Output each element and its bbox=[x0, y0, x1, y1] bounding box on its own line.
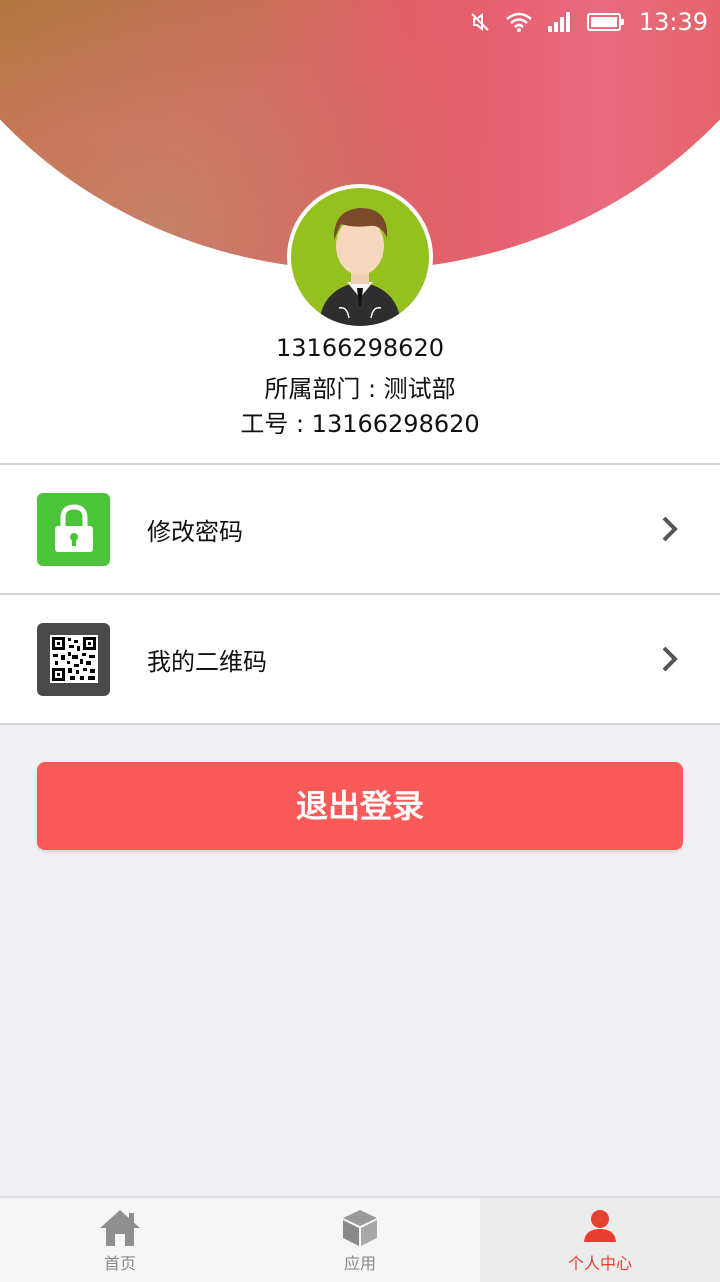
chevron-right-icon bbox=[662, 646, 678, 672]
menu-item-my-qr-code[interactable]: 我的二维码 bbox=[0, 595, 720, 723]
status-bar: 13:39 bbox=[0, 0, 720, 44]
department-info: 所属部门 : 测试部 bbox=[264, 375, 456, 403]
status-time: 13:39 bbox=[638, 8, 708, 36]
employee-id-info: 工号 : 13166298620 bbox=[240, 410, 480, 438]
menu-label-change-password: 修改密码 bbox=[147, 517, 243, 546]
mute-icon bbox=[469, 11, 491, 33]
profile-header: 13:39 13166298620 所属部门 : 测试部 工号 : 131662… bbox=[0, 0, 720, 465]
avatar-illustration bbox=[291, 188, 429, 326]
tab-home[interactable]: 首页 bbox=[0, 1198, 240, 1282]
divider bbox=[0, 723, 720, 725]
logout-button[interactable]: 退出登录 bbox=[37, 762, 683, 850]
cube-icon bbox=[340, 1208, 380, 1252]
chevron-right-icon bbox=[662, 516, 678, 542]
home-icon bbox=[98, 1208, 142, 1252]
bottom-tab-bar: 首页 应用 个人中心 bbox=[0, 1196, 720, 1282]
tab-label-home: 首页 bbox=[103, 1254, 136, 1273]
signal-icon bbox=[547, 11, 573, 33]
tab-profile[interactable]: 个人中心 bbox=[480, 1198, 720, 1282]
person-icon bbox=[582, 1208, 618, 1248]
battery-icon bbox=[586, 11, 625, 33]
phone-number: 13166298620 bbox=[276, 334, 444, 362]
wifi-icon bbox=[505, 11, 533, 33]
tab-apps[interactable]: 应用 bbox=[240, 1198, 480, 1282]
lock-icon bbox=[37, 492, 110, 566]
menu-label-my-qr-code: 我的二维码 bbox=[147, 647, 267, 676]
avatar[interactable] bbox=[287, 184, 433, 330]
tab-label-profile: 个人中心 bbox=[567, 1254, 632, 1273]
tab-label-apps: 应用 bbox=[343, 1254, 376, 1273]
qr-code-icon bbox=[37, 622, 110, 696]
menu-item-change-password[interactable]: 修改密码 bbox=[0, 465, 720, 593]
